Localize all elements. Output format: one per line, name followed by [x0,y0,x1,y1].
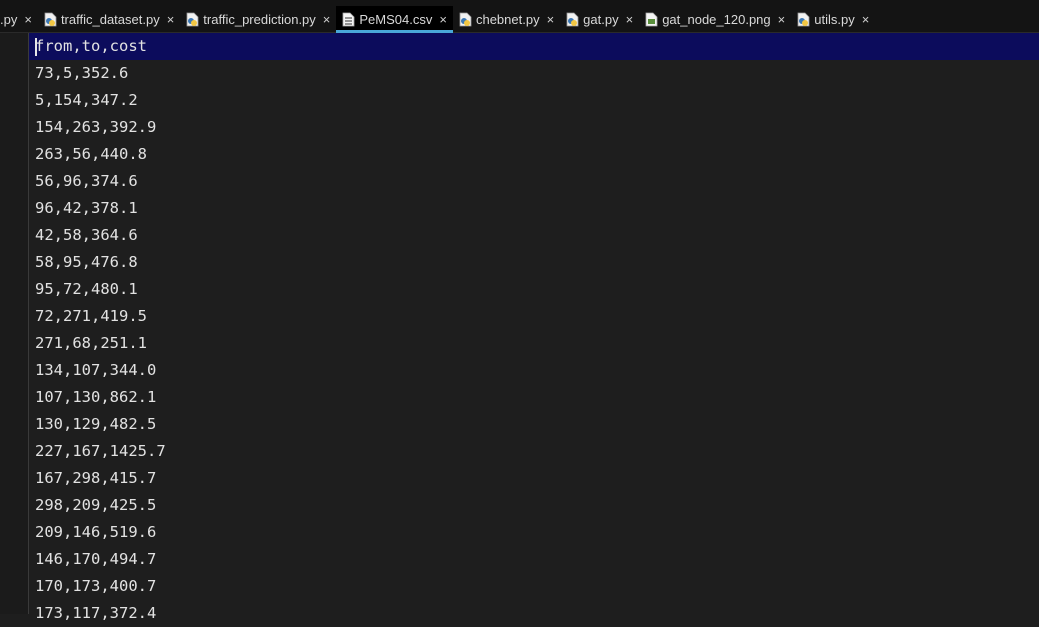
tab-pems04-csv[interactable]: PeMS04.csv × [336,6,453,33]
tab-chebnet[interactable]: chebnet.py × [453,6,560,32]
code-line[interactable]: 5,154,347.2 [29,87,1039,114]
text-cursor [35,38,37,56]
tab-py[interactable]: .py × [0,6,38,32]
close-icon[interactable]: × [778,12,786,27]
tab-traffic-prediction[interactable]: traffic_prediction.py × [180,6,336,32]
code-line[interactable]: 146,170,494.7 [29,546,1039,573]
code-line[interactable]: 72,271,419.5 [29,303,1039,330]
tab-gat-node-120-png[interactable]: gat_node_120.png × [639,6,791,32]
close-icon[interactable]: × [439,12,447,27]
code-line[interactable]: 96,42,378.1 [29,195,1039,222]
python-file-icon [459,12,472,26]
code-line[interactable]: 58,95,476.8 [29,249,1039,276]
code-line[interactable]: 167,298,415.7 [29,465,1039,492]
tab-label: utils.py [814,11,855,27]
text-editor[interactable]: from,to,cost 73,5,352.6 5,154,347.2 154,… [29,33,1039,622]
code-line[interactable]: 95,72,480.1 [29,276,1039,303]
code-line[interactable]: 154,263,392.9 [29,114,1039,141]
close-icon[interactable]: × [862,12,870,27]
editor-tab-bar: .py × traffic_dataset.py × traffic_predi… [0,6,1039,33]
close-icon[interactable]: × [626,12,634,27]
code-line[interactable]: 271,68,251.1 [29,330,1039,357]
code-line[interactable]: 134,107,344.0 [29,357,1039,384]
code-line[interactable]: 298,209,425.5 [29,492,1039,519]
tab-label: chebnet.py [475,11,540,27]
code-line[interactable]: 170,173,400.7 [29,573,1039,600]
tab-utils[interactable]: utils.py × [791,6,875,32]
code-line[interactable]: from,to,cost [29,33,1039,60]
tab-label: traffic_dataset.py [60,11,160,27]
tab-label: gat.py [583,11,619,27]
code-line[interactable]: 56,96,374.6 [29,168,1039,195]
python-file-icon [44,12,57,26]
code-line[interactable]: 263,56,440.8 [29,141,1039,168]
tab-traffic-dataset[interactable]: traffic_dataset.py × [38,6,180,32]
close-icon[interactable]: × [547,12,555,27]
line-gutter [0,33,29,614]
code-line[interactable]: 227,167,1425.7 [29,438,1039,465]
python-file-icon [566,12,579,26]
tab-label: PeMS04.csv [359,11,433,27]
image-file-icon [645,12,658,26]
close-icon[interactable]: × [24,12,32,27]
tab-label: gat_node_120.png [662,11,771,27]
code-line[interactable]: 209,146,519.6 [29,519,1039,546]
tab-label: .py [0,11,18,27]
python-file-icon [797,12,810,26]
python-file-icon [186,12,199,26]
code-line[interactable]: 130,129,482.5 [29,411,1039,438]
close-icon[interactable]: × [167,12,175,27]
code-line[interactable]: 107,130,862.1 [29,384,1039,411]
code-line[interactable]: 42,58,364.6 [29,222,1039,249]
close-icon[interactable]: × [323,12,331,27]
tab-gat[interactable]: gat.py × [560,6,639,32]
csv-file-icon [342,12,355,26]
tab-label: traffic_prediction.py [203,11,316,27]
code-line[interactable]: 73,5,352.6 [29,60,1039,87]
